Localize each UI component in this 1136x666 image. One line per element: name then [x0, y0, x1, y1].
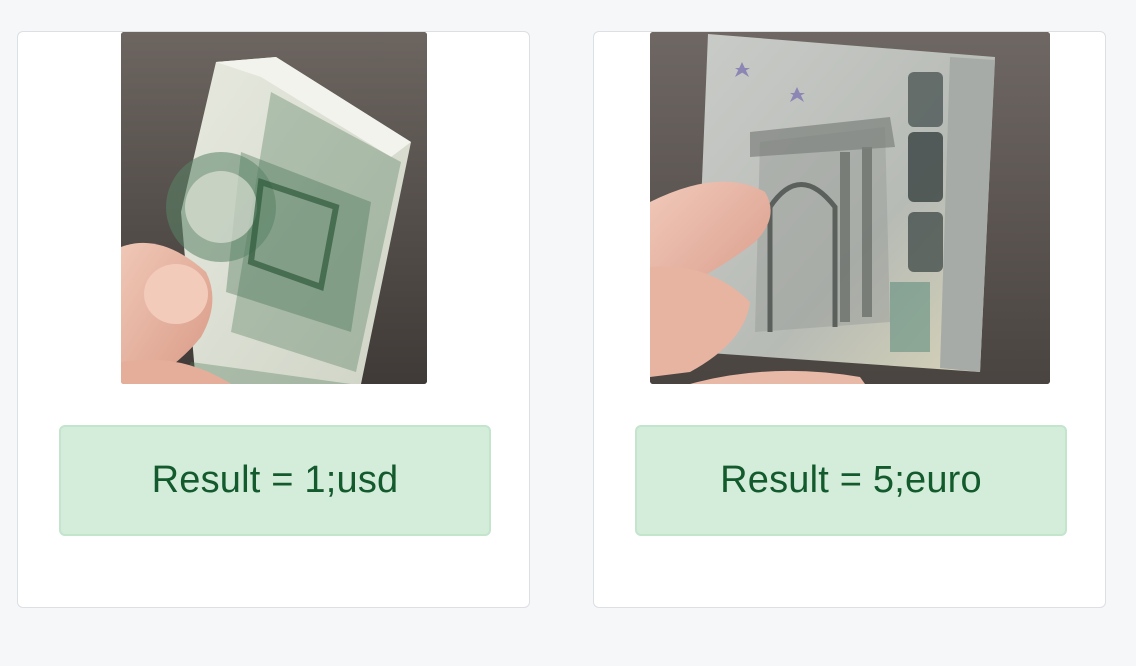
- result-message: Result = 1;usd: [59, 425, 491, 536]
- banknote-photo-usd: [121, 32, 427, 384]
- result-message: Result = 5;euro: [635, 425, 1067, 536]
- result-card-usd: Result = 1;usd: [17, 31, 530, 608]
- usd-banknote-image: [121, 32, 427, 384]
- banknote-photo-euro: [650, 32, 1050, 384]
- euro-banknote-image: [650, 32, 1050, 384]
- result-card-euro: Result = 5;euro: [593, 31, 1106, 608]
